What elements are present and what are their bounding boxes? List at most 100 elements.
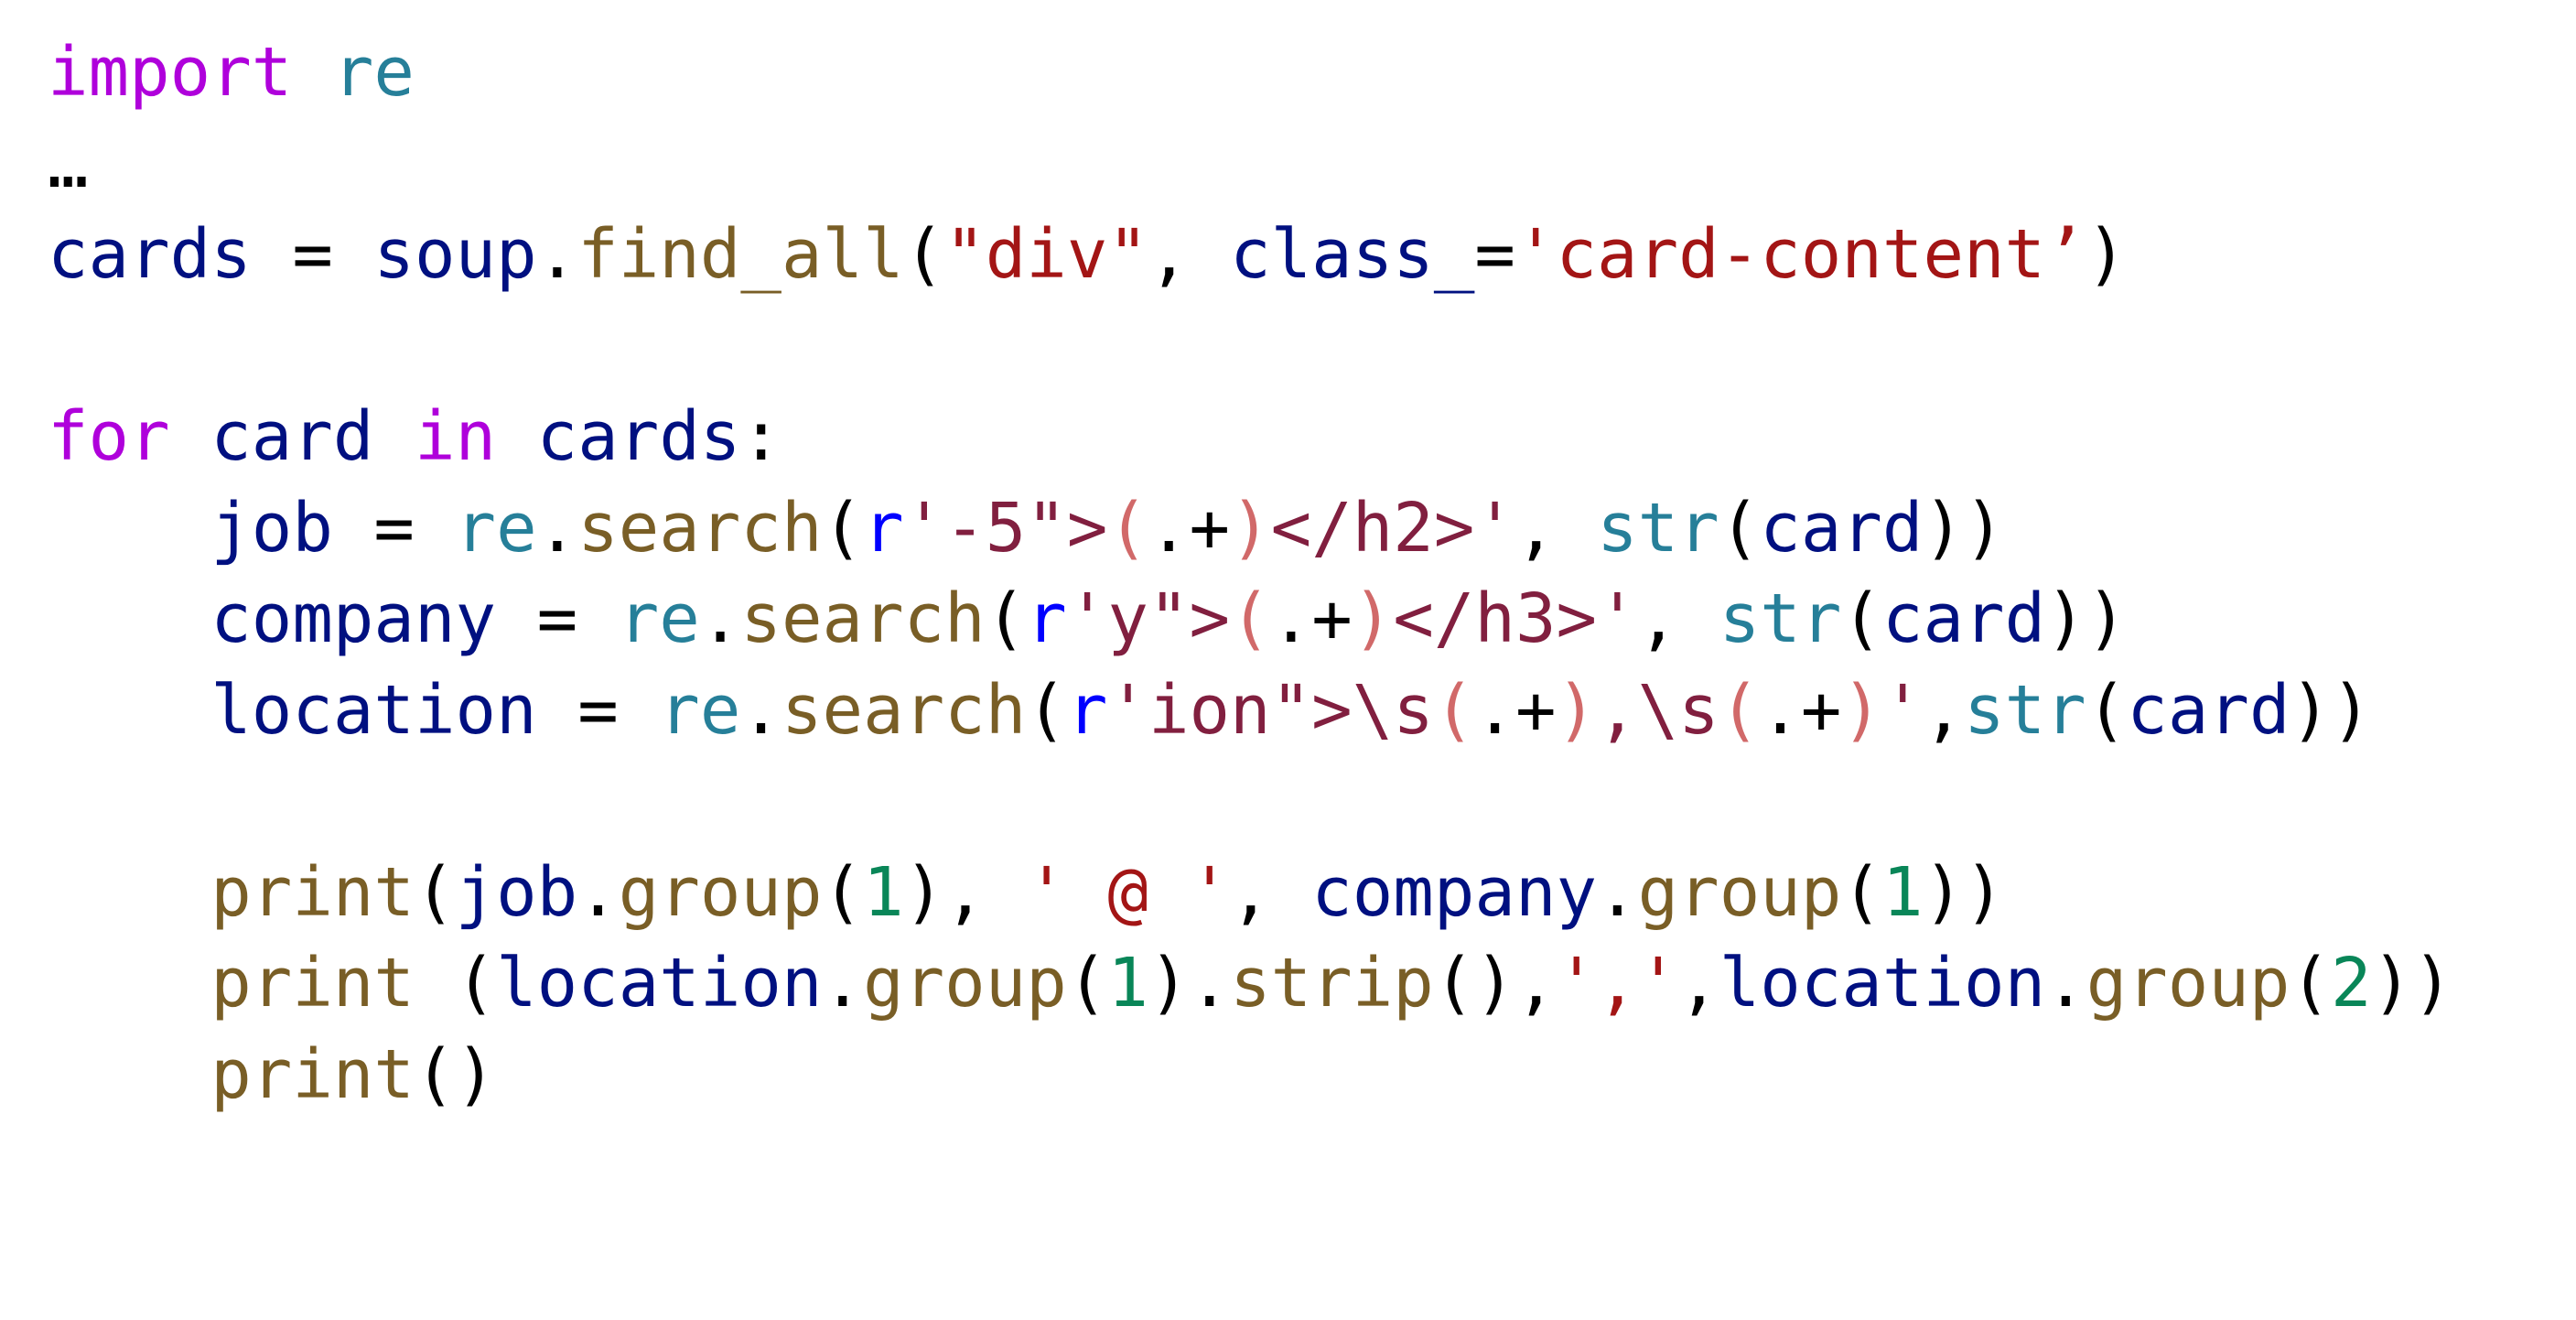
code-token-variable: company	[210, 579, 497, 658]
code-token-plain: (),	[1433, 944, 1557, 1022]
code-token-variable: location	[496, 944, 823, 1022]
code-token-regex-body: </h2>'	[1270, 488, 1515, 568]
code-token-plain: .	[740, 670, 781, 750]
code-token-plain: (	[903, 215, 945, 294]
code-token-plain: (	[2290, 944, 2332, 1022]
code-token-plain: ,	[1637, 579, 1719, 658]
code-token-variable: card	[1760, 488, 1924, 568]
code-token-plain: .	[2045, 944, 2086, 1022]
code-token-plain: (	[2086, 670, 2128, 750]
code-token-plain: ()	[414, 1034, 497, 1114]
code-token-plain: (	[414, 944, 497, 1022]
code-token-number: 2	[2331, 944, 2372, 1022]
code-token-regex-group: (	[1719, 670, 1761, 750]
code-token-regex-body: 'ion">\s	[1107, 670, 1434, 750]
code-token-regex-body: '-5">	[903, 488, 1108, 568]
code-token-module: re	[618, 579, 700, 658]
code-token-number: 1	[1881, 852, 1924, 932]
code-token-regex-body: '	[1881, 670, 1924, 750]
code-token-plain: =	[536, 670, 660, 750]
code-line: job = re.search(r'-5">(.+)</h2>', str(ca…	[48, 483, 2453, 575]
code-token-plain: ))	[1923, 488, 2005, 568]
code-token-plain: ))	[2371, 944, 2453, 1022]
code-line: import re	[48, 27, 2453, 119]
code-token-regex-body: ,\s	[1597, 670, 1719, 750]
code-token-function: search	[577, 488, 823, 568]
code-token-plain: ,	[1230, 852, 1312, 932]
code-line: location = re.search(r'ion">\s(.+),\s(.+…	[48, 665, 2453, 757]
code-token-keyword: for	[48, 397, 170, 476]
code-token-plain: .+	[1270, 579, 1353, 658]
code-line: print (location.group(1).strip(),',',loc…	[48, 938, 2453, 1030]
code-token-regex-body: </h3>'	[1393, 579, 1638, 658]
code-token-regex-group: (	[1433, 670, 1475, 750]
code-token-function: print	[210, 852, 415, 932]
code-token-plain: )	[2086, 215, 2128, 294]
code-token-function: strip	[1230, 944, 1434, 1022]
code-token-keyword: in	[415, 397, 497, 476]
code-token-regex-group: )	[1841, 670, 1882, 750]
code-line: …	[48, 119, 2453, 211]
code-token-plain: .	[699, 579, 741, 658]
code-token-plain: .+	[1760, 670, 1842, 750]
code-token-module: re	[455, 488, 537, 568]
code-token-plain: ),	[903, 852, 1027, 932]
code-token-regex-group: )	[1556, 670, 1598, 750]
code-token-plain: (	[1026, 670, 1067, 750]
code-token-regex-prefix: r	[1026, 579, 1067, 658]
code-line: print(job.group(1), ' @ ', company.group…	[48, 848, 2453, 939]
code-token-module: str	[1597, 488, 1719, 568]
code-block: import re… cards = soup.find_all("div", c…	[48, 27, 2453, 1120]
code-token-variable: location	[210, 670, 537, 750]
code-token-function: group	[2086, 944, 2290, 1022]
code-token-regex-prefix: r	[863, 488, 904, 568]
code-token-variable: card	[1881, 579, 2046, 658]
code-token-string: ' @ '	[1026, 852, 1231, 932]
code-token-plain: (	[985, 579, 1027, 658]
code-token-string: ','	[1556, 944, 1679, 1022]
code-token-plain: ))	[2290, 670, 2372, 750]
code-token-plain: :	[740, 397, 781, 476]
code-token-module: re	[659, 670, 741, 750]
code-token-regex-group: )	[1352, 579, 1394, 658]
code-token-plain: .	[536, 488, 578, 568]
code-token-keyword: import	[48, 33, 293, 112]
code-token-plain: .	[536, 215, 578, 294]
code-token-regex-group: (	[1107, 488, 1148, 568]
code-token-variable: company	[1311, 852, 1598, 932]
code-token-variable: card	[210, 397, 374, 476]
code-token-function: group	[1637, 852, 1842, 932]
code-token-plain: ,	[1148, 215, 1231, 294]
code-token-module: str	[1719, 579, 1842, 658]
code-token-function: find_all	[577, 215, 904, 294]
code-token-regex-prefix: r	[1066, 670, 1108, 750]
code-token-plain: .	[822, 944, 864, 1022]
code-line: print()	[48, 1030, 2453, 1121]
code-token-plain: (	[1066, 944, 1108, 1022]
code-token-function: print	[210, 1034, 415, 1114]
code-token-variable: job	[210, 488, 333, 568]
code-token-function: search	[740, 579, 986, 658]
code-token-number: 1	[1107, 944, 1148, 1022]
code-token-plain: =	[251, 215, 374, 294]
code-token-variable: cards	[48, 215, 252, 294]
code-token-plain: ))	[2045, 579, 2128, 658]
code-token-plain: (	[1719, 488, 1761, 568]
code-line: company = re.search(r'y">(.+)</h3>', str…	[48, 574, 2453, 665]
code-token-plain: ,	[1678, 944, 1719, 1022]
code-token-string: 'card-content’	[1514, 215, 2086, 294]
code-token-variable: soup	[373, 215, 537, 294]
code-token-plain: (	[822, 488, 864, 568]
code-token-regex-body: 'y">	[1066, 579, 1231, 658]
